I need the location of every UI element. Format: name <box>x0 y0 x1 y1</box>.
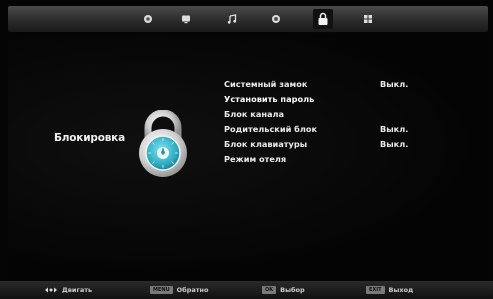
ok-key-badge: OK <box>262 286 277 294</box>
menu-item-system-lock[interactable]: Системный замок Выкл. <box>224 77 424 92</box>
menu-item-value: Выкл. <box>380 139 409 149</box>
lock-settings-list: Системный замок Выкл. Установить пароль … <box>224 77 424 167</box>
hint-back-label: Обратно <box>176 286 209 294</box>
page-title: Блокировка <box>54 132 125 144</box>
menu-item-label: Родительский блок <box>224 124 318 134</box>
menu-item-value: Выкл. <box>380 124 409 134</box>
menu-tab-bar <box>8 6 488 32</box>
exit-key-badge: EXIT <box>366 286 385 294</box>
hint-move-label: Двигать <box>62 286 93 294</box>
menu-item-label: Установить пароль <box>224 94 315 104</box>
clock-icon <box>272 15 280 23</box>
arrows-move-icon <box>45 287 57 293</box>
menu-item-key-lock[interactable]: Блок клавиатуры Выкл. <box>224 137 424 152</box>
tab-channel[interactable] <box>176 9 196 29</box>
hint-exit-label: Выход <box>388 286 414 294</box>
tab-sound[interactable] <box>222 9 242 29</box>
hint-move: Двигать <box>44 286 92 294</box>
hint-select-label: Выбор <box>280 286 305 294</box>
hint-back: MENU Обратно <box>150 286 208 294</box>
picture-icon <box>144 15 152 23</box>
menu-key-badge: MENU <box>150 286 173 294</box>
menu-item-parental-block[interactable]: Родительский блок Выкл. <box>224 122 424 137</box>
tab-lock[interactable] <box>313 9 333 29</box>
menu-item-value: Выкл. <box>380 79 409 89</box>
tab-time[interactable] <box>266 9 286 29</box>
menu-item-channel-block[interactable]: Блок канала <box>224 107 424 122</box>
padlock-icon <box>318 12 328 25</box>
tv-icon <box>182 15 190 24</box>
menu-item-label: Системный замок <box>224 79 308 89</box>
menu-item-hotel-mode[interactable]: Режим отеля <box>224 152 424 167</box>
footer-hint-bar: Двигать MENU Обратно OK Выбор EXIT Выход <box>0 281 493 299</box>
grid-icon <box>364 15 372 23</box>
combination-lock-icon <box>139 110 187 177</box>
tab-setup[interactable] <box>358 9 378 29</box>
music-note-icon <box>227 14 237 24</box>
menu-item-set-password[interactable]: Установить пароль <box>224 92 424 107</box>
menu-item-label: Блок клавиатуры <box>224 139 308 149</box>
tab-picture[interactable] <box>138 9 158 29</box>
menu-item-label: Блок канала <box>224 109 285 119</box>
tv-menu-screen: Блокировка Системный замок Выкл. Установ… <box>0 0 493 299</box>
menu-item-label: Режим отеля <box>224 154 287 164</box>
hint-select: OK Выбор <box>262 286 305 294</box>
hint-exit: EXIT Выход <box>366 286 413 294</box>
